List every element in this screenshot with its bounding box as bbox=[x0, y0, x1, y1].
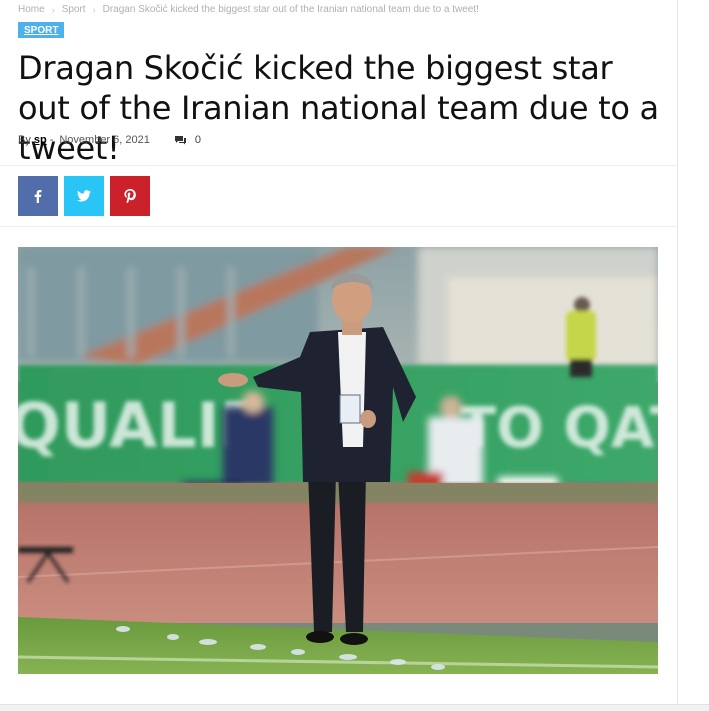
article-meta: By sp - November 6, 2021 0 bbox=[18, 134, 201, 146]
article-title: Dragan Skočić kicked the biggest star ou… bbox=[18, 49, 659, 167]
publish-date: November 6, 2021 bbox=[59, 134, 150, 146]
divider bbox=[0, 226, 678, 227]
coach-on-sideline-photo: QUALIF TO QATAR bbox=[18, 247, 658, 674]
twitter-icon bbox=[77, 190, 91, 202]
pinterest-icon bbox=[124, 189, 136, 203]
chevron-right-icon: › bbox=[92, 4, 96, 15]
article-page: Home › Sport › Dragan Skočić kicked the … bbox=[0, 0, 678, 711]
facebook-icon bbox=[34, 190, 42, 203]
horizontal-scrollbar[interactable] bbox=[0, 704, 709, 711]
by-label: By bbox=[18, 134, 31, 146]
breadcrumb-current: Dragan Skočić kicked the biggest star ou… bbox=[102, 4, 479, 15]
divider bbox=[0, 165, 678, 166]
comment-icon bbox=[174, 136, 186, 145]
comments-link[interactable]: 0 bbox=[174, 134, 201, 146]
category-badge[interactable]: SPORT bbox=[18, 22, 65, 38]
pinterest-share-button[interactable] bbox=[110, 176, 150, 216]
comment-count: 0 bbox=[194, 134, 201, 146]
share-buttons bbox=[18, 176, 150, 216]
chevron-right-icon: › bbox=[51, 4, 55, 15]
author-link[interactable]: sp bbox=[34, 134, 47, 146]
article-featured-image[interactable]: QUALIF TO QATAR bbox=[18, 247, 658, 674]
breadcrumb-home[interactable]: Home bbox=[18, 4, 45, 15]
twitter-share-button[interactable] bbox=[64, 176, 104, 216]
facebook-share-button[interactable] bbox=[18, 176, 58, 216]
meta-separator: - bbox=[49, 134, 54, 146]
breadcrumb: Home › Sport › Dragan Skočić kicked the … bbox=[18, 4, 479, 15]
svg-text:TO QATAR: TO QATAR bbox=[458, 396, 658, 461]
breadcrumb-sport[interactable]: Sport bbox=[62, 4, 86, 15]
